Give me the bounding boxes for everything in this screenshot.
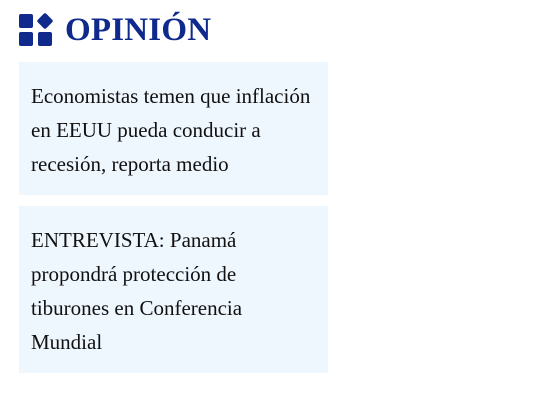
article-list: Economistas temen que inflación en EEUU … [19, 62, 329, 373]
opinion-widget: OPINIÓN Economistas temen que inflación … [19, 11, 329, 384]
article-headline[interactable]: ENTREVISTA: Panamá propondrá protección … [31, 223, 316, 359]
widgets-icon [19, 13, 53, 46]
section-header: OPINIÓN [19, 11, 329, 49]
section-title: OPINIÓN [65, 12, 212, 48]
article-card[interactable]: Economistas temen que inflación en EEUU … [19, 62, 328, 195]
article-card[interactable]: ENTREVISTA: Panamá propondrá protección … [19, 206, 328, 373]
article-headline[interactable]: Economistas temen que inflación en EEUU … [31, 79, 316, 181]
